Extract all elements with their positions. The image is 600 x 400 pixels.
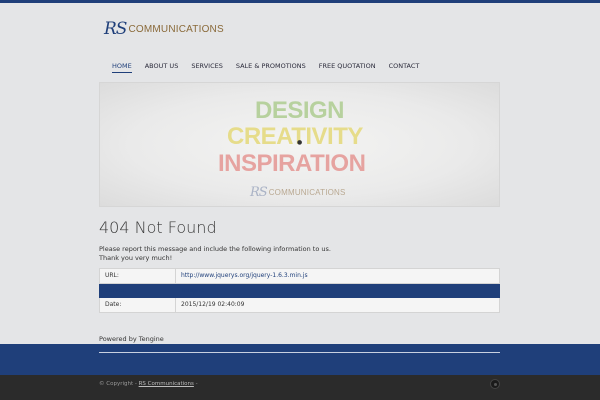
logo-text: COMMUNICATIONS bbox=[128, 23, 224, 35]
date-label: Date: bbox=[99, 297, 176, 313]
copyright-prefix: © Copyright - bbox=[99, 381, 137, 387]
page-title: 404 Not Found bbox=[99, 218, 217, 237]
copyright-text: © Copyright - RS Communications - bbox=[99, 381, 198, 387]
footer-divider bbox=[99, 352, 500, 353]
nav-item-sale-promotions[interactable]: SALE & PROMOTIONS bbox=[236, 62, 306, 73]
server-value: Tengine bbox=[175, 282, 500, 298]
error-message: Please report this message and include t… bbox=[99, 245, 331, 253]
url-label: URL: bbox=[99, 268, 176, 284]
cursor-icon: ● bbox=[297, 139, 303, 146]
company-link[interactable]: RS Communications bbox=[139, 381, 194, 387]
logo-mark: RS bbox=[104, 19, 127, 39]
banner-logo: RS COMMUNICATIONS bbox=[250, 185, 346, 200]
nav-item-services[interactable]: SERVICES bbox=[191, 62, 223, 73]
banner-word-inspiration: INSPIRATION bbox=[218, 150, 366, 177]
site-logo[interactable]: RS COMMUNICATIONS bbox=[104, 18, 224, 40]
top-accent-bar bbox=[0, 0, 600, 3]
banner-logo-mark: RS bbox=[250, 185, 268, 200]
banner-logo-text: COMMUNICATIONS bbox=[268, 188, 346, 197]
main-nav: HOME ABOUT US SERVICES SALE & PROMOTIONS… bbox=[112, 62, 432, 78]
site-footer: © Copyright - RS Communications - bbox=[0, 375, 600, 400]
table-row-server: Server: Tengine bbox=[99, 282, 500, 298]
powered-by-text: Powered by Tengine bbox=[99, 335, 164, 343]
nav-item-free-quotation[interactable]: FREE QUOTATION bbox=[319, 62, 376, 73]
server-label: Server: bbox=[99, 282, 176, 298]
banner-word-creativity: CREATIVITY bbox=[227, 123, 363, 150]
date-value: 2015/12/19 02:40:09 bbox=[175, 297, 500, 313]
blue-footer-band bbox=[0, 344, 600, 375]
url-value[interactable]: http://www.jquerys.org/jquery-1.6.3.min.… bbox=[175, 268, 500, 284]
copyright-suffix: - bbox=[195, 381, 198, 387]
social-icon[interactable] bbox=[490, 379, 500, 389]
nav-item-home[interactable]: HOME bbox=[112, 62, 132, 73]
hero-banner: DESIGN CREATIVITY INSPIRATION ● RS COMMU… bbox=[99, 82, 500, 207]
table-row-url: URL: http://www.jquerys.org/jquery-1.6.3… bbox=[99, 268, 500, 284]
thank-you-message: Thank you very much! bbox=[99, 254, 173, 262]
banner-word-design: DESIGN bbox=[255, 97, 345, 124]
nav-item-contact[interactable]: CONTACT bbox=[389, 62, 420, 73]
table-row-date: Date: 2015/12/19 02:40:09 bbox=[99, 297, 500, 313]
nav-item-about-us[interactable]: ABOUT US bbox=[145, 62, 179, 73]
error-info-table: URL: http://www.jquerys.org/jquery-1.6.3… bbox=[99, 268, 500, 313]
